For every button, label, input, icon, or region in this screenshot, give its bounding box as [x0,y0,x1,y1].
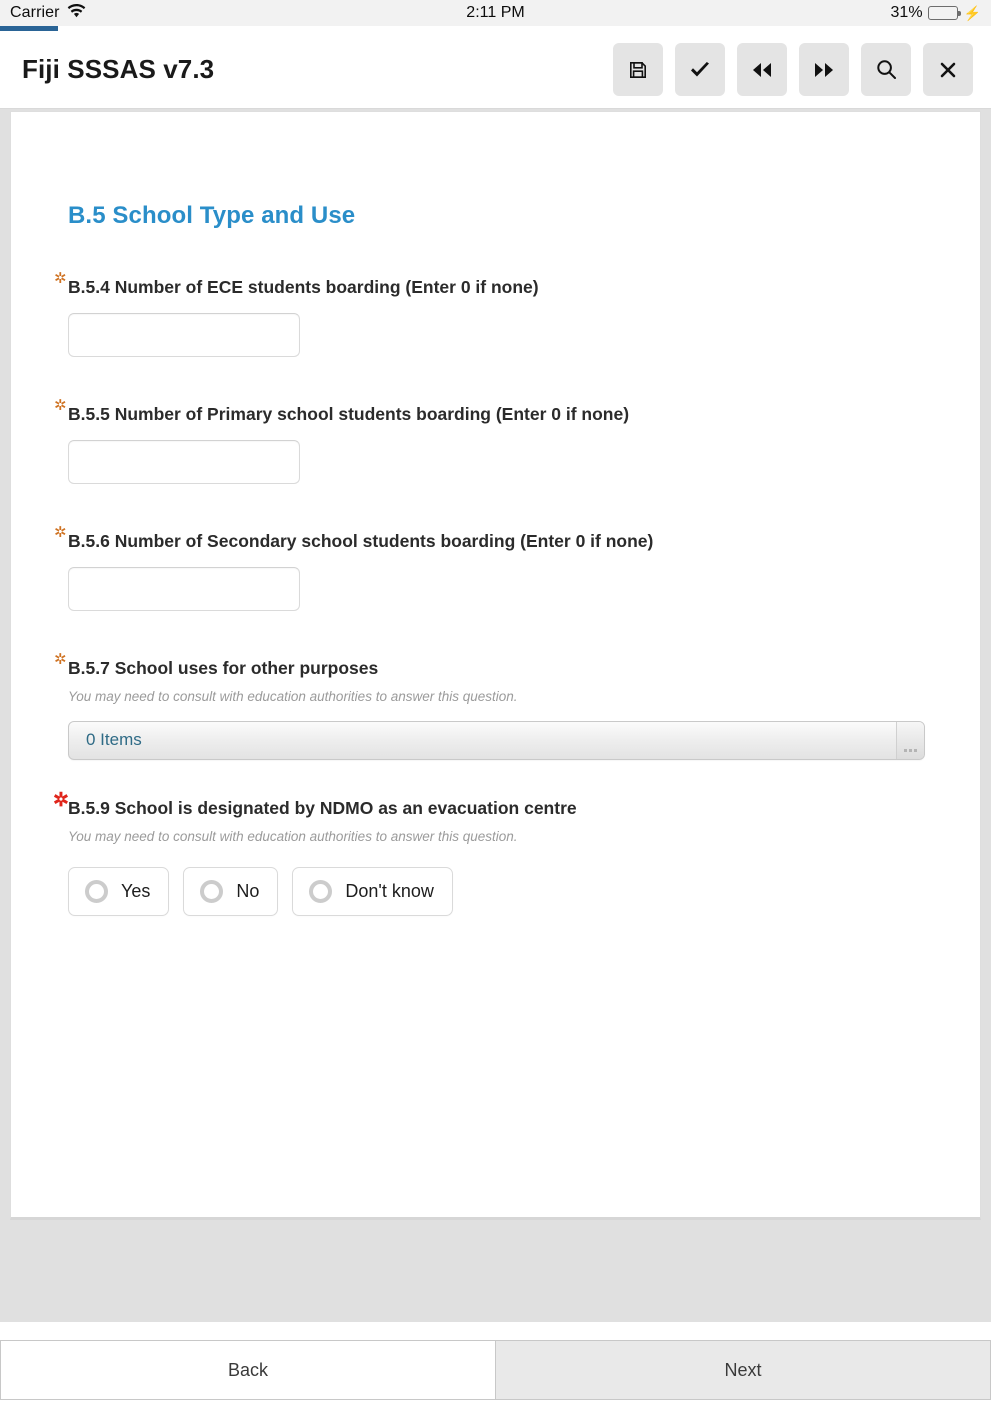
page-body: B.5 School Type and Use ✲ B.5.4 Number o… [0,109,991,1322]
battery-percent-label: 31% [890,4,923,21]
previous-button[interactable] [737,43,787,96]
radio-option-label: Don't know [345,880,434,901]
radio-option-label: No [236,880,260,901]
radio-option-label: Yes [121,880,151,901]
radio-icon [200,879,224,903]
back-button[interactable]: Back [0,1340,495,1400]
question-label-text: B.5.6 Number of Secondary school student… [68,530,654,551]
rewind-icon [751,61,773,79]
multiselect-value: 0 Items [86,730,142,750]
check-icon [689,60,711,80]
required-asterisk: ✲ [53,789,69,811]
question-label-text: B.5.7 School uses for other purposes [68,657,379,678]
bottom-navigation: Back Next [0,1322,991,1426]
form-card: B.5 School Type and Use ✲ B.5.4 Number o… [10,111,981,1220]
next-nav-button[interactable]: Next [495,1340,991,1400]
question-label-text: B.5.9 School is designated by NDMO as an… [68,797,577,818]
question-label: ✲ B.5.5 Number of Primary school student… [54,398,923,426]
multiselect-handle-icon[interactable] [896,721,924,759]
search-button[interactable] [861,43,911,96]
radio-group-b59: Yes No Don't know [68,866,923,916]
question-label: ✲ B.5.7 School uses for other purposes [54,652,923,680]
question-b54: ✲ B.5.4 Number of ECE students boarding … [54,271,923,357]
multiselect-b57[interactable]: 0 Items [68,720,925,760]
required-asterisk: ✲ [54,523,67,541]
question-label-text: B.5.5 Number of Primary school students … [68,403,630,424]
app-title: Fiji SSSAS v7.3 [22,54,215,84]
input-b55[interactable] [68,439,300,484]
close-icon [939,61,957,79]
input-b56[interactable] [68,566,300,611]
carrier-label: Carrier [10,4,60,21]
search-icon [876,59,897,80]
required-asterisk: ✲ [54,270,67,287]
question-hint: You may need to consult with education a… [68,688,518,704]
question-label: ✲ B.5.6 Number of Secondary school stude… [54,525,923,553]
question-hint: You may need to consult with education a… [68,828,518,844]
question-b55: ✲ B.5.5 Number of Primary school student… [54,398,923,484]
radio-option-dont-know[interactable]: Don't know [292,866,453,916]
question-label: ✲ B.5.4 Number of ECE students boarding … [54,271,923,299]
validate-button[interactable] [675,43,725,96]
question-label: ✲ B.5.9 School is designated by NDMO as … [53,791,923,820]
battery-icon [927,6,961,20]
question-b59: ✲ B.5.9 School is designated by NDMO as … [53,791,923,916]
next-button[interactable] [799,43,849,96]
question-b56: ✲ B.5.6 Number of Secondary school stude… [54,525,923,611]
toolbar [613,43,973,96]
radio-option-no[interactable]: No [183,866,279,916]
wifi-icon [67,3,86,23]
status-bar-left: Carrier [10,3,891,23]
status-bar: Carrier 2:11 PM 31% ⚡ [0,0,991,26]
radio-option-yes[interactable]: Yes [68,866,170,916]
status-bar-right: 31% ⚡ [891,4,981,22]
question-label-text: B.5.4 Number of ECE students boarding (E… [68,277,539,297]
radio-icon [309,879,333,903]
app-header: Fiji SSSAS v7.3 [0,31,991,109]
question-b57: ✲ B.5.7 School uses for other purposes Y… [54,652,925,760]
page-title: B.5 School Type and Use [68,202,356,229]
floppy-disk-icon [628,60,648,80]
required-asterisk: ✲ [54,396,67,414]
required-asterisk: ✲ [54,650,67,668]
radio-icon [85,879,108,903]
input-b54[interactable] [68,312,300,357]
bolt-icon: ⚡ [963,5,981,21]
fast-forward-icon [813,61,835,79]
close-button[interactable] [923,43,973,96]
save-button[interactable] [613,43,663,96]
